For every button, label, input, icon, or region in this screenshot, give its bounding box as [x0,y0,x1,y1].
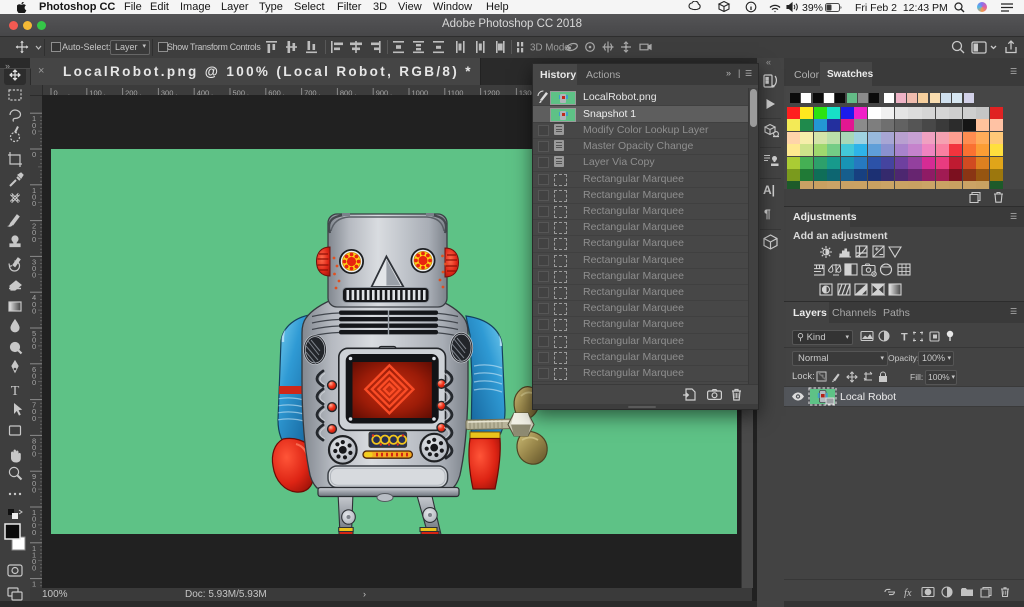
svg-text:T: T [901,332,908,344]
svg-text:0: 0 [32,485,36,494]
svg-text:T: T [11,384,20,399]
svg-text:0: 0 [32,271,36,280]
svg-text:0: 0 [32,235,36,244]
svg-text:0: 0 [32,199,36,208]
svg-text:0: 0 [32,450,36,459]
svg-text:0: 0 [32,306,36,315]
svg-text:0: 0 [32,342,36,351]
svg-text:0: 0 [32,127,36,136]
svg-text:0: 0 [32,528,36,537]
svg-text:0: 0 [32,378,36,387]
svg-text:0: 0 [32,414,36,423]
svg-text:0: 0 [32,150,36,159]
svg-text:0: 0 [32,564,36,573]
svg-text:fx: fx [904,588,912,598]
